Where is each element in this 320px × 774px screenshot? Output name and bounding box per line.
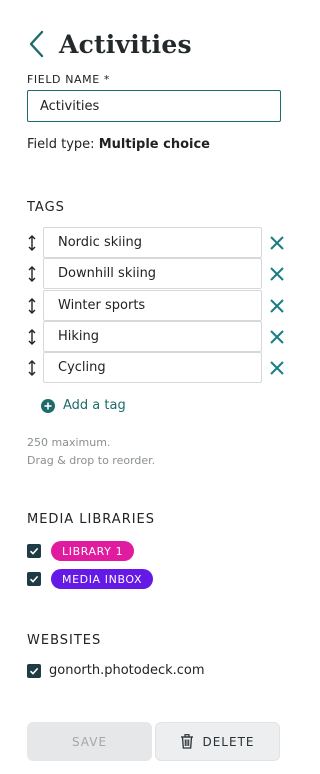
- tag-row: [24, 290, 287, 321]
- plus-circle-icon: [41, 398, 55, 413]
- field-type: Field type: Multiple choice: [27, 137, 210, 152]
- drag-vertical-icon: [28, 234, 36, 251]
- chevron-left-icon: [29, 30, 44, 58]
- tag-input[interactable]: [43, 258, 262, 289]
- checkmark-icon: [29, 547, 39, 555]
- add-tag-label: Add a tag: [63, 398, 126, 413]
- tag-input[interactable]: [43, 227, 262, 258]
- tag-input[interactable]: [43, 321, 262, 352]
- drag-vertical-icon: [28, 265, 36, 282]
- close-icon: [270, 298, 284, 313]
- close-icon: [270, 360, 284, 375]
- remove-tag-button[interactable]: [267, 233, 287, 253]
- checkmark-icon: [29, 575, 39, 583]
- delete-button[interactable]: DELETE: [155, 722, 280, 761]
- media-libraries-section-title: MEDIA LIBRARIES: [27, 512, 156, 527]
- trash-icon: [181, 734, 194, 749]
- websites-section-title: WEBSITES: [27, 633, 102, 648]
- website-checkbox[interactable]: [27, 663, 41, 678]
- tag-input[interactable]: [43, 290, 262, 321]
- tags-reorder-hint: Drag & drop to reorder.: [27, 454, 156, 467]
- media-library-item: MEDIA INBOX: [27, 569, 154, 589]
- tags-section-title: TAGS: [27, 200, 65, 215]
- field-name-label: FIELD NAME *: [27, 73, 111, 86]
- website-label: gonorth.photodeck.com: [49, 663, 205, 678]
- page-title: Activities: [59, 29, 192, 59]
- field-type-prefix: Field type:: [27, 137, 95, 152]
- page-header: Activities: [27, 24, 192, 64]
- tags-max-hint: 250 maximum.: [27, 436, 111, 449]
- close-icon: [270, 329, 284, 344]
- tag-row: [24, 321, 287, 352]
- media-library-item: LIBRARY 1: [27, 541, 135, 561]
- save-button-label: SAVE: [71, 734, 108, 749]
- media-library-checkbox[interactable]: [27, 572, 41, 586]
- drag-handle[interactable]: [24, 264, 40, 284]
- field-name-input[interactable]: [27, 90, 281, 122]
- website-item: gonorth.photodeck.com: [27, 663, 205, 678]
- add-tag-button[interactable]: Add a tag: [41, 398, 126, 413]
- tag-input[interactable]: [43, 352, 262, 383]
- tag-row: [24, 227, 287, 258]
- field-type-value: Multiple choice: [98, 137, 210, 152]
- library-badge: MEDIA INBOX: [51, 569, 154, 589]
- remove-tag-button[interactable]: [267, 296, 287, 316]
- drag-handle[interactable]: [24, 327, 40, 347]
- close-icon: [270, 266, 284, 281]
- remove-tag-button[interactable]: [267, 327, 287, 347]
- drag-handle[interactable]: [24, 358, 40, 378]
- save-button[interactable]: SAVE: [27, 722, 152, 761]
- drag-vertical-icon: [28, 297, 36, 314]
- library-badge: LIBRARY 1: [51, 541, 135, 561]
- drag-vertical-icon: [28, 328, 36, 345]
- tag-row: [24, 352, 287, 383]
- drag-handle[interactable]: [24, 296, 40, 316]
- remove-tag-button[interactable]: [267, 358, 287, 378]
- close-icon: [270, 235, 284, 250]
- checkmark-icon: [29, 667, 39, 675]
- tag-row: [24, 258, 287, 289]
- back-button[interactable]: [27, 29, 47, 59]
- remove-tag-button[interactable]: [267, 264, 287, 284]
- drag-vertical-icon: [28, 359, 36, 376]
- delete-button-label: DELETE: [202, 734, 255, 749]
- media-library-checkbox[interactable]: [27, 544, 41, 558]
- drag-handle[interactable]: [24, 233, 40, 253]
